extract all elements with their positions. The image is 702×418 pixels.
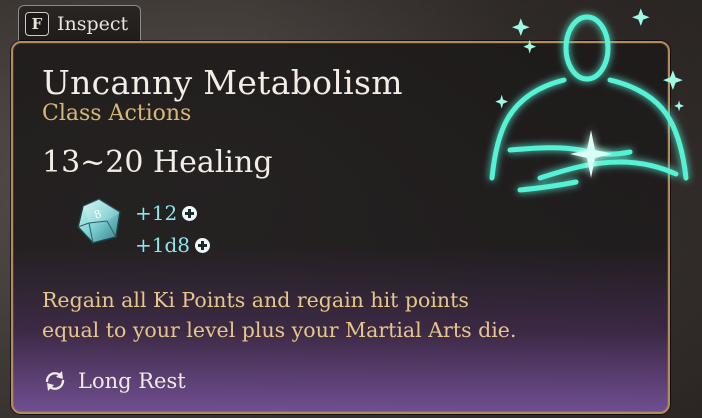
description-line: equal to your level plus your Martial Ar… [42,318,517,342]
cooldown-label: Long Rest [78,369,186,393]
action-description: Regain all Ki Points and regain hit poin… [42,285,652,345]
keyboard-key-icon: F [25,11,49,36]
plus-circle-icon [195,237,211,253]
action-category: Class Actions [42,101,192,126]
healing-bonus-flat: +12 [135,201,198,225]
bonus-value: +12 [135,201,178,225]
bonus-value: +1d8 [135,233,191,257]
cooldown-indicator: Long Rest [42,368,186,394]
plus-circle-icon [182,205,198,221]
refresh-cycle-icon [45,371,65,391]
d8-die-icon: 8 [77,198,121,244]
healing-bonus-die: +1d8 [135,233,211,257]
glowing-monk-meditation-icon [489,8,689,193]
healing-range: 13~20 Healing [42,145,273,180]
description-line: Regain all Ki Points and regain hit poin… [42,288,469,312]
inspect-label: Inspect [57,12,129,35]
inspect-button[interactable]: F Inspect [18,5,142,41]
action-title: Uncanny Metabolism [42,63,403,102]
